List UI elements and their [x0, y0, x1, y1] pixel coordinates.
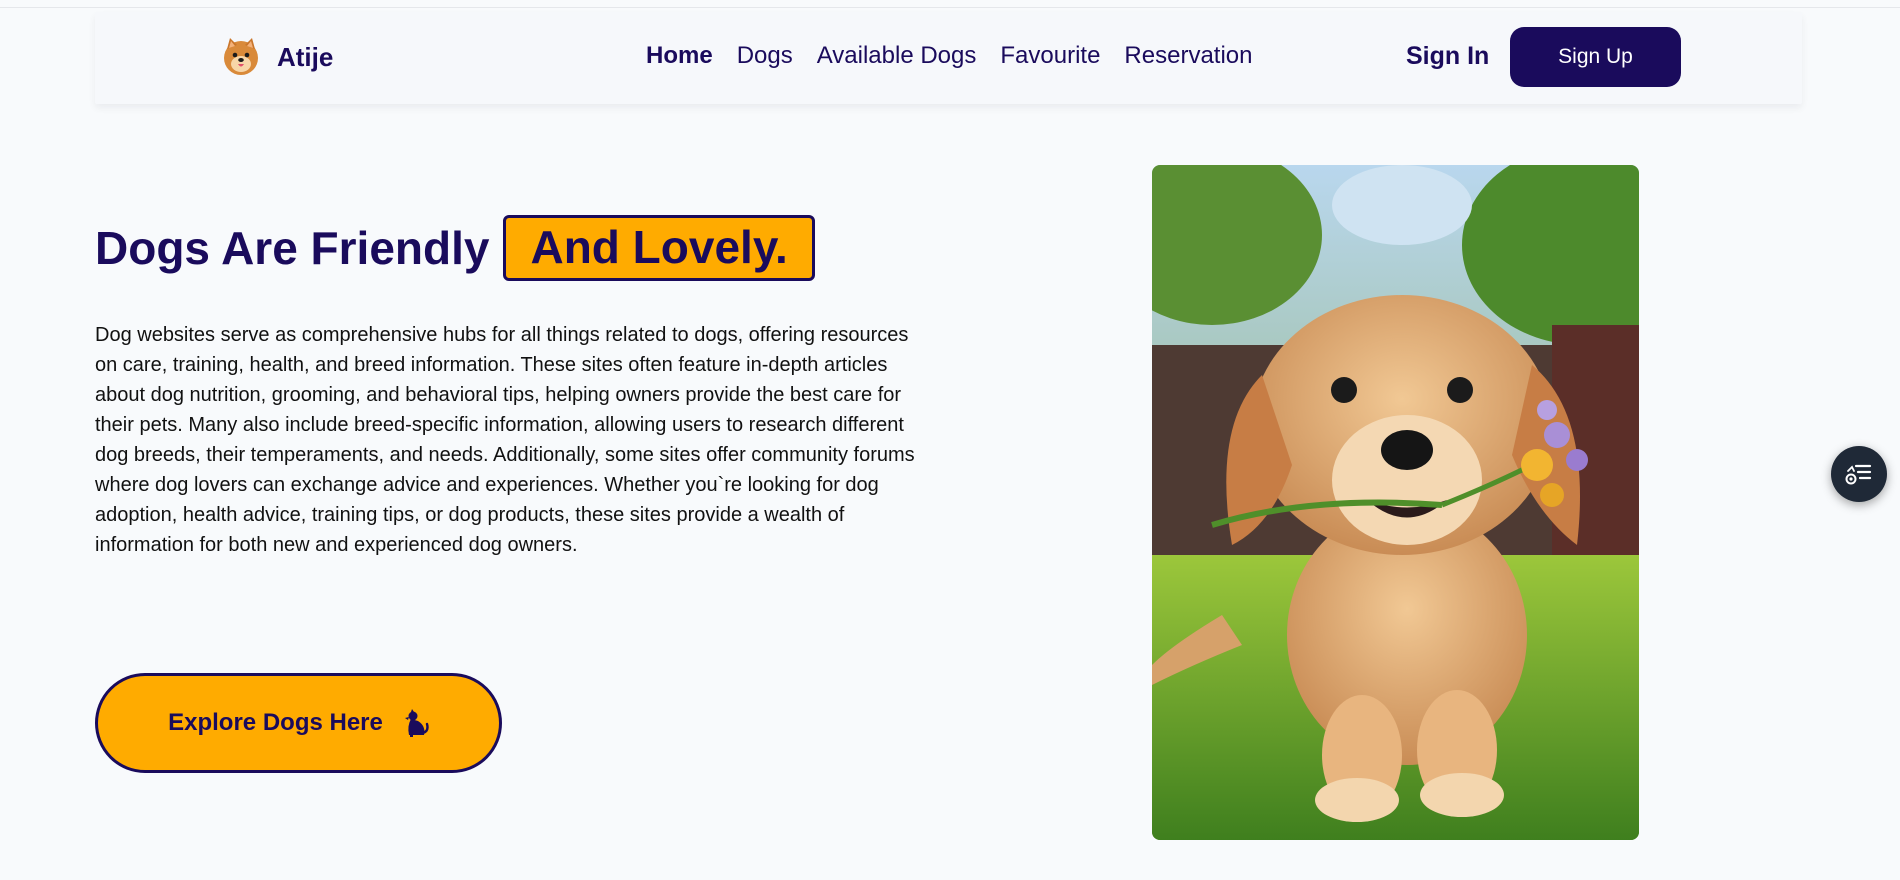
accessibility-menu-button[interactable]: [1831, 446, 1887, 502]
nav-favourite-link[interactable]: Favourite: [1000, 42, 1100, 70]
sign-up-button[interactable]: Sign Up: [1510, 27, 1681, 87]
hero-heading: Dogs Are Friendly And Lovely.: [95, 215, 815, 281]
sign-in-link[interactable]: Sign In: [1406, 42, 1489, 71]
sitting-dog-icon: [404, 709, 429, 737]
hero-heading-plain: Dogs Are Friendly: [95, 222, 490, 274]
nav-available-dogs-link[interactable]: Available Dogs: [817, 42, 977, 70]
hero-heading-highlight: And Lovely.: [503, 215, 815, 281]
nav-reservation-link[interactable]: Reservation: [1124, 42, 1252, 70]
pomeranian-dog-face-icon: [224, 38, 258, 75]
explore-dogs-label: Explore Dogs Here: [168, 709, 383, 736]
accessibility-menu-icon: [1845, 464, 1872, 485]
navbar: Atije Home Dogs Available Dogs Favourite…: [95, 12, 1802, 104]
hero-description: Dog websites serve as comprehensive hubs…: [95, 324, 915, 556]
top-divider: [0, 7, 1900, 8]
explore-dogs-button[interactable]: Explore Dogs Here: [95, 673, 502, 773]
brand-name: Atije: [277, 41, 334, 72]
puppy-photo: [1152, 165, 1639, 840]
main-navigation: Home Dogs Available Dogs Favourite Reser…: [646, 42, 1276, 70]
brand-link[interactable]: Atije: [221, 34, 333, 80]
nav-dogs-link[interactable]: Dogs: [737, 42, 793, 70]
nav-home-link[interactable]: Home: [646, 42, 713, 70]
